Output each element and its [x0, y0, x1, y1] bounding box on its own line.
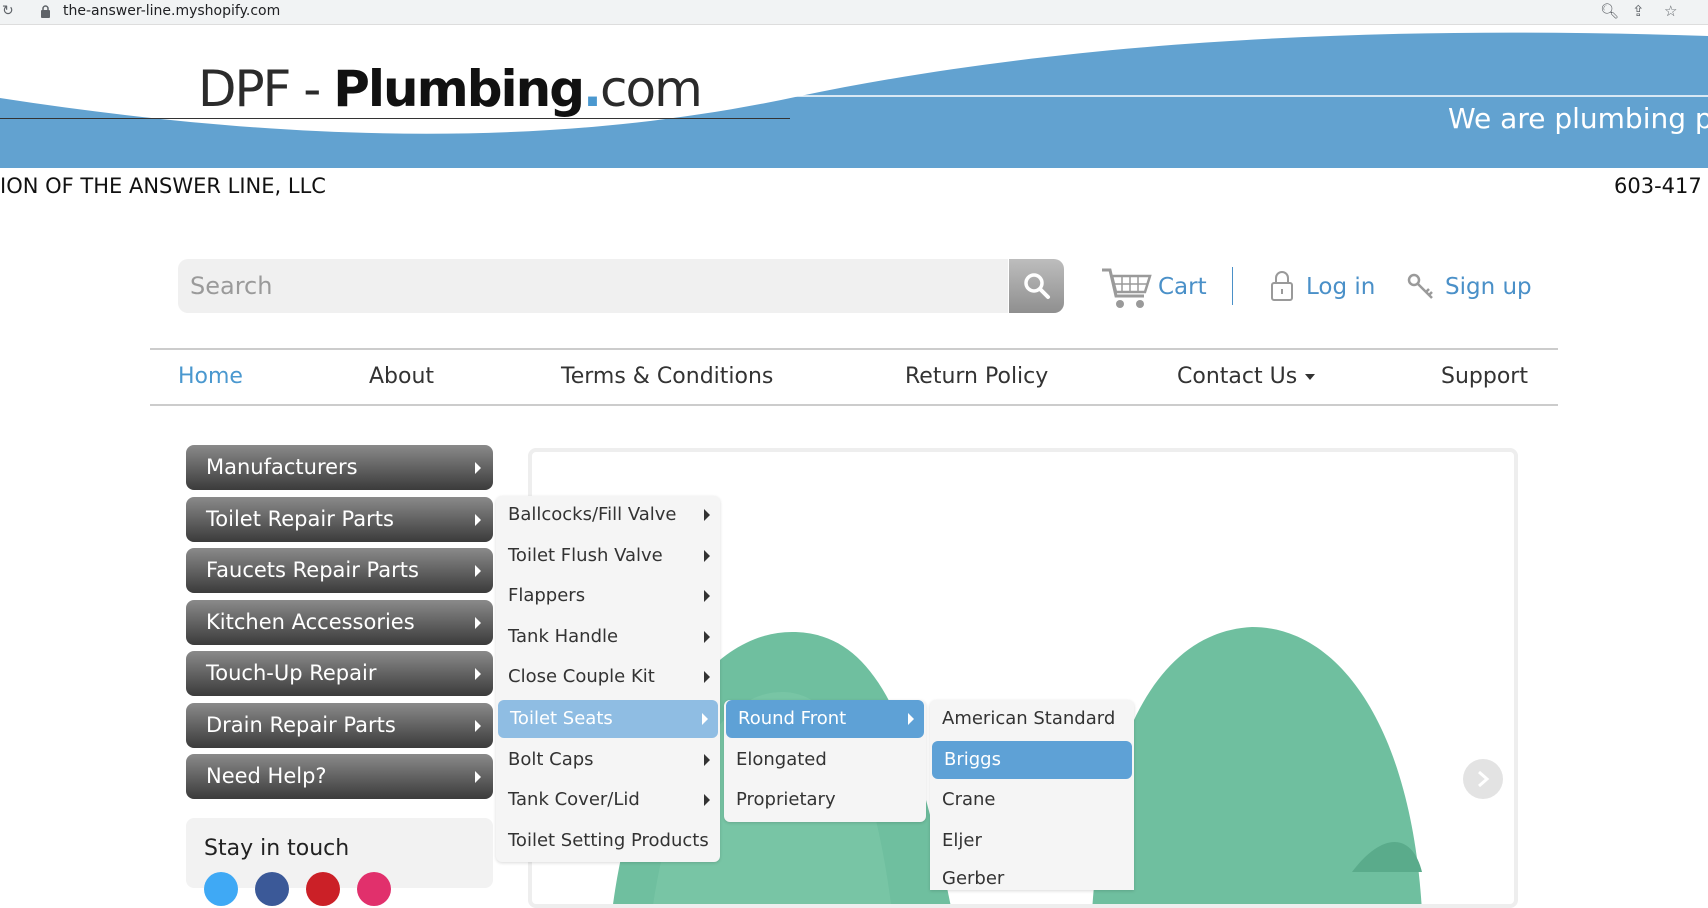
menu-toilet-setting-products[interactable]: Toilet Setting Products [496, 822, 720, 860]
arrow-right-icon [475, 720, 481, 732]
menu-label: Round Front [738, 708, 847, 729]
arrow-right-icon [908, 713, 914, 725]
main-nav [150, 348, 1558, 406]
menu-label: Tank Cover/Lid [508, 789, 640, 810]
address-bar[interactable]: the-answer-line.myshopify.com [63, 3, 280, 19]
menu-ballcocks[interactable]: Ballcocks/Fill Valve [496, 496, 720, 534]
arrow-right-icon [704, 550, 710, 562]
sidebar-label: Kitchen Accessories [206, 610, 415, 634]
chevron-right-icon [1478, 770, 1490, 788]
arrow-right-icon [702, 713, 708, 725]
cart-link[interactable]: Cart [1158, 274, 1207, 300]
round-front-submenu: American Standard Briggs Crane Eljer Ger… [930, 700, 1134, 890]
site-header: DPF - Plumbing.com We are plumbing p [0, 24, 1708, 168]
stay-in-touch-title: Stay in touch [204, 836, 350, 861]
sidebar-toilet-repair-parts[interactable]: Toilet Repair Parts [186, 497, 493, 542]
header-divider [1232, 267, 1233, 305]
caret-down-icon [1305, 374, 1316, 380]
arrow-right-icon [475, 668, 481, 680]
lock-icon [41, 5, 50, 18]
reload-icon[interactable]: ↻ [2, 3, 14, 19]
menu-toilet-flush-valve[interactable]: Toilet Flush Valve [496, 537, 720, 575]
arrow-right-icon [704, 671, 710, 683]
arrow-right-icon [704, 754, 710, 766]
arrow-right-icon [704, 590, 710, 602]
menu-label: Tank Handle [508, 626, 619, 647]
signup-link[interactable]: Sign up [1445, 274, 1532, 300]
sidebar-label: Need Help? [206, 764, 327, 788]
menu-tank-cover-lid[interactable]: Tank Cover/Lid [496, 781, 720, 819]
nav-terms[interactable]: Terms & Conditions [561, 364, 773, 389]
menu-label: Toilet Flush Valve [508, 545, 663, 566]
menu-close-couple-kit[interactable]: Close Couple Kit [496, 658, 720, 696]
phone-number: 603-417 [1614, 174, 1702, 198]
sidebar-need-help[interactable]: Need Help? [186, 754, 493, 799]
logo-underline [0, 118, 790, 119]
menu-round-front[interactable]: Round Front [726, 700, 924, 738]
arrow-right-icon [704, 794, 710, 806]
menu-label: Ballcocks/Fill Valve [508, 504, 677, 525]
browser-toolbar: ↻ the-answer-line.myshopify.com 🔍︎ ⇪ ☆ [0, 0, 1708, 25]
menu-tank-handle[interactable]: Tank Handle [496, 618, 720, 656]
sidebar-touch-up-repair[interactable]: Touch-Up Repair [186, 651, 493, 696]
sidebar-label: Drain Repair Parts [206, 713, 396, 737]
menu-label: Toilet Setting Products [508, 830, 709, 851]
menu-crane[interactable]: Crane [930, 781, 1134, 819]
arrow-right-icon [475, 514, 481, 526]
nav-about[interactable]: About [369, 364, 434, 389]
company-line: ION OF THE ANSWER LINE, LLC [0, 174, 326, 198]
menu-label: Close Couple Kit [508, 666, 655, 687]
slideshow-next-button[interactable] [1463, 759, 1503, 799]
menu-label: Bolt Caps [508, 749, 594, 770]
menu-bolt-caps[interactable]: Bolt Caps [496, 741, 720, 779]
search-icon [1023, 273, 1050, 299]
key-icon [1407, 273, 1433, 299]
banner-tagline: We are plumbing p [1448, 102, 1708, 135]
site-logo[interactable]: DPF - Plumbing.com [198, 60, 703, 118]
login-link[interactable]: Log in [1306, 274, 1375, 300]
padlock-icon [1271, 271, 1293, 301]
nav-return-policy[interactable]: Return Policy [905, 364, 1048, 389]
sidebar-label: Toilet Repair Parts [206, 507, 394, 531]
facebook-icon[interactable] [255, 872, 289, 906]
sidebar-kitchen-accessories[interactable]: Kitchen Accessories [186, 600, 493, 645]
twitter-icon[interactable] [204, 872, 238, 906]
nav-contact-us[interactable]: Contact Us [1177, 364, 1316, 389]
arrow-right-icon [704, 509, 710, 521]
arrow-right-icon [475, 565, 481, 577]
sidebar-manufacturers[interactable]: Manufacturers [186, 445, 493, 490]
nav-contact-label: Contact Us [1177, 364, 1298, 389]
menu-proprietary[interactable]: Proprietary [724, 781, 926, 819]
toilet-repair-submenu: Ballcocks/Fill Valve Toilet Flush Valve … [496, 496, 720, 862]
sidebar-label: Manufacturers [206, 455, 358, 479]
menu-briggs[interactable]: Briggs [932, 741, 1132, 779]
menu-flappers[interactable]: Flappers [496, 577, 720, 615]
nav-support[interactable]: Support [1441, 364, 1528, 389]
arrow-right-icon [475, 462, 481, 474]
toilet-seats-submenu: Round Front Elongated Proprietary [724, 700, 926, 822]
sidebar-drain-repair-parts[interactable]: Drain Repair Parts [186, 703, 493, 748]
arrow-right-icon [475, 771, 481, 783]
nav-home[interactable]: Home [178, 364, 243, 389]
pinterest-icon[interactable] [306, 872, 340, 906]
menu-gerber[interactable]: Gerber [930, 860, 1134, 898]
menu-elongated[interactable]: Elongated [724, 741, 926, 779]
arrow-right-icon [704, 631, 710, 643]
menu-american-standard[interactable]: American Standard [930, 700, 1134, 738]
sidebar-label: Faucets Repair Parts [206, 558, 419, 582]
instagram-icon[interactable] [357, 872, 391, 906]
sidebar-label: Touch-Up Repair [206, 661, 377, 685]
arrow-right-icon [475, 617, 481, 629]
search-input[interactable] [178, 259, 1008, 313]
menu-eljer[interactable]: Eljer [930, 822, 1134, 860]
search-button[interactable] [1009, 259, 1064, 313]
menu-label: Toilet Seats [510, 708, 613, 729]
zoom-icon[interactable]: 🔍︎ [1600, 2, 1619, 20]
cart-icon[interactable] [1100, 264, 1152, 310]
bookmark-star-icon[interactable]: ☆ [1664, 2, 1677, 20]
sidebar-faucets-repair-parts[interactable]: Faucets Repair Parts [186, 548, 493, 593]
menu-toilet-seats[interactable]: Toilet Seats [498, 700, 718, 738]
share-icon[interactable]: ⇪ [1632, 2, 1645, 20]
menu-label: Flappers [508, 585, 586, 606]
